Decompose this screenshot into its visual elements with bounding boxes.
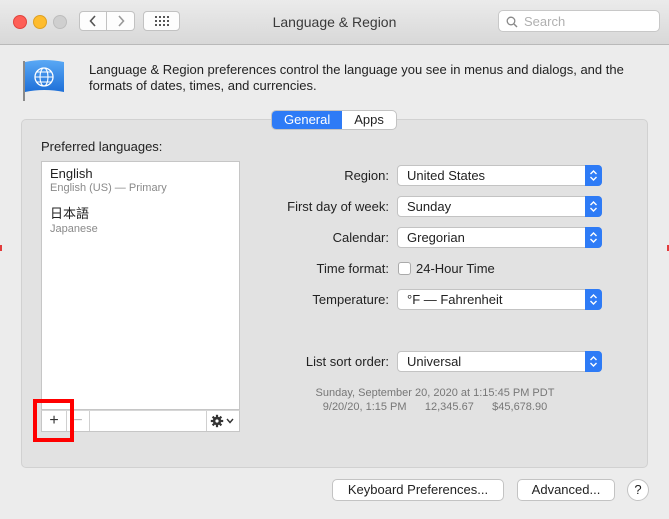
- temperature-popup[interactable]: °F — Fahrenheit: [397, 289, 602, 310]
- sample-date-line: Sunday, September 20, 2020 at 1:15:45 PM…: [315, 387, 555, 399]
- popup-arrows-icon: [585, 289, 602, 310]
- gear-icon: [210, 414, 234, 428]
- list-item-english[interactable]: English English (US) — Primary: [50, 166, 167, 194]
- sort-order-popup[interactable]: Universal: [397, 351, 602, 372]
- tab-apps[interactable]: Apps: [342, 111, 396, 129]
- first-day-value: Sunday: [407, 199, 452, 214]
- advanced-button[interactable]: Advanced...: [517, 479, 615, 501]
- 24-hour-checkbox-label[interactable]: 24-Hour Time: [416, 261, 495, 276]
- region-popup[interactable]: United States: [397, 165, 602, 186]
- popup-arrows-icon: [585, 196, 602, 217]
- language-subtitle: Japanese: [50, 223, 98, 235]
- highlight-box: [33, 399, 74, 442]
- temperature-value: °F — Fahrenheit: [407, 292, 503, 307]
- language-name: 日本語: [50, 206, 90, 221]
- preferred-languages-label: Preferred languages:: [41, 139, 163, 154]
- search-placeholder: Search: [524, 14, 566, 29]
- popup-arrows-icon: [585, 227, 602, 248]
- region-value: United States: [407, 168, 486, 183]
- calendar-value: Gregorian: [407, 230, 465, 245]
- left-edge-mark: [0, 245, 2, 251]
- language-name: English: [50, 166, 93, 181]
- sample-format-line: 9/20/20, 1:15 PM 12,345.67 $45,678.90: [322, 401, 548, 413]
- title-bar: Language & Region Search: [0, 0, 669, 45]
- time-format-label: Time format:: [316, 261, 389, 276]
- chevron-down-icon: [226, 418, 234, 424]
- popup-arrows-icon: [585, 351, 602, 372]
- help-button[interactable]: ?: [627, 479, 649, 501]
- region-label: Region:: [344, 168, 389, 183]
- tab-general[interactable]: General: [272, 111, 343, 129]
- sort-order-label: List sort order:: [305, 354, 389, 369]
- first-day-label: First day of week:: [287, 199, 389, 214]
- language-subtitle: English (US) — Primary: [50, 182, 167, 194]
- popup-arrows-icon: [585, 165, 602, 186]
- tab-bar: General Apps: [271, 110, 397, 130]
- action-menu-button[interactable]: [206, 411, 239, 431]
- first-day-popup[interactable]: Sunday: [397, 196, 602, 217]
- calendar-label: Calendar:: [332, 230, 389, 245]
- 24-hour-checkbox[interactable]: [398, 262, 411, 275]
- search-icon: [506, 16, 518, 28]
- calendar-popup[interactable]: Gregorian: [397, 227, 602, 248]
- temperature-label: Temperature:: [312, 292, 389, 307]
- pane-description: Language & Region preferences control th…: [89, 62, 624, 93]
- search-field[interactable]: Search: [498, 10, 660, 32]
- keyboard-preferences-button[interactable]: Keyboard Preferences...: [332, 479, 504, 501]
- list-item-japanese[interactable]: 日本語 Japanese: [50, 203, 98, 235]
- globe-flag-icon: [23, 60, 64, 101]
- sort-order-value: Universal: [407, 354, 462, 369]
